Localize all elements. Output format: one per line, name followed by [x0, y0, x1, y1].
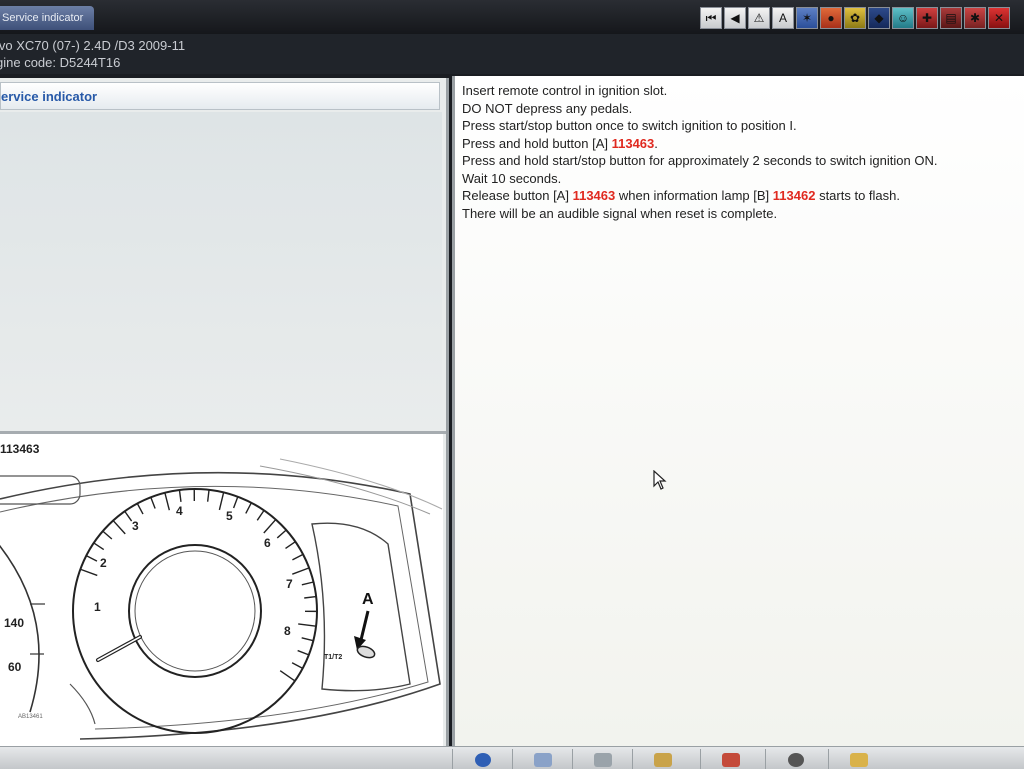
reference-link[interactable]: 113463	[573, 188, 616, 203]
instruction-step: Insert remote control in ignition slot.	[462, 82, 937, 100]
gauge-tick	[219, 492, 223, 509]
left-panel: ervice indicator 113463 140 60 AB13461	[0, 78, 449, 746]
first-page-icon[interactable]: ⏮	[700, 7, 722, 29]
image-button[interactable]	[632, 749, 692, 769]
gauge-tick	[264, 520, 276, 533]
car-parts-icon[interactable]: ✿	[844, 7, 866, 29]
button-t1t2-label: T1/T2	[324, 654, 342, 661]
gauge-tick	[234, 497, 238, 508]
diagnostics-icon[interactable]: ●	[820, 7, 842, 29]
gauge-tick	[94, 543, 104, 550]
crosshair-icon	[788, 753, 804, 767]
instruction-step: There will be an audible signal when res…	[462, 205, 937, 223]
gauge-tick	[285, 542, 295, 549]
instruction-list: Insert remote control in ignition slot. …	[462, 82, 937, 222]
help-button[interactable]	[452, 749, 512, 769]
tacho-7-label: 7	[286, 577, 293, 591]
pen-icon	[534, 753, 552, 767]
tacho-1-label: 1	[94, 600, 101, 614]
tacho-5-label: 5	[226, 509, 233, 523]
gauge-tick	[125, 511, 132, 521]
gauge-tick	[292, 663, 303, 669]
target-button[interactable]	[765, 749, 825, 769]
document-icon[interactable]: ▤	[940, 7, 962, 29]
gauge-tick	[113, 521, 125, 534]
gauge-tick	[292, 568, 309, 574]
exit-icon[interactable]: ✕	[988, 7, 1010, 29]
edit-button[interactable]	[512, 749, 572, 769]
instruction-step: Wait 10 seconds.	[462, 170, 937, 188]
previous-icon[interactable]: ◀	[724, 7, 746, 29]
person-icon[interactable]: ☺	[892, 7, 914, 29]
gauge-tick	[137, 503, 143, 514]
gauge-tick	[80, 569, 97, 575]
reference-link[interactable]: 113462	[773, 188, 816, 203]
engine-code: gine code: D5244T16	[0, 55, 120, 70]
tacho-4-label: 4	[176, 504, 183, 518]
tacho-6-label: 6	[264, 536, 271, 550]
diagram-icon	[722, 753, 740, 767]
title-bar: Service indicator ⏮ ◀ ⚠ A ✶ ● ✿ ◆ ☺ ✚ ▤ …	[0, 0, 1024, 34]
gauge-tick	[103, 531, 112, 539]
panel-header: ervice indicator	[0, 82, 440, 110]
tacho-3-label: 3	[132, 519, 139, 533]
instructions-panel: Insert remote control in ignition slot. …	[452, 76, 1024, 746]
gauge-tick	[179, 490, 181, 502]
abc-icon[interactable]: A	[772, 7, 794, 29]
gauge-tick	[165, 493, 169, 510]
instruction-step: Release button [A] 113463 when informati…	[462, 187, 937, 205]
speedo-60-label: 60	[8, 660, 22, 674]
notes-button[interactable]	[828, 749, 888, 769]
illustration-panel: 113463 140 60 AB13461 1 2 3 4	[0, 434, 443, 746]
instrument-cluster-illustration: 140 60 AB13461 1 2 3 4 5 6 7 8 A	[0, 454, 443, 744]
button-a-label: A	[362, 591, 374, 608]
gauge-tick	[208, 490, 209, 502]
gauge-tick	[302, 638, 314, 641]
picture-icon	[654, 753, 672, 767]
gauge-tick	[86, 556, 97, 561]
instruction-step: Press and hold button [A] 113463.	[462, 135, 937, 153]
window-title[interactable]: Service indicator	[0, 6, 94, 30]
instruction-step: DO NOT depress any pedals.	[462, 100, 937, 118]
print-button[interactable]	[572, 749, 632, 769]
speedo-140-label: 140	[4, 616, 24, 630]
gauge-tick	[304, 597, 316, 598]
gauge-tick	[277, 530, 286, 538]
notes-icon	[850, 753, 868, 767]
help-icon	[475, 753, 491, 767]
gauge-tick	[280, 671, 295, 681]
info-area	[0, 112, 442, 430]
tacho-8-label: 8	[284, 624, 291, 638]
gauge-tick	[302, 582, 314, 585]
instruction-step: Press and hold start/stop button for app…	[462, 152, 937, 170]
gauge-tick	[257, 510, 264, 520]
tacho-2-label: 2	[100, 556, 107, 570]
vehicle-info-bar: lvo XC70 (07-) 2.4D /D3 2009-11 gine cod…	[0, 34, 1024, 74]
shield-icon[interactable]: ◆	[868, 7, 890, 29]
reference-link[interactable]: 113463	[612, 136, 655, 151]
gauge-tick	[298, 651, 309, 655]
gauge-tick	[292, 554, 303, 560]
illustration-code: AB13461	[18, 714, 43, 720]
vehicle-model: lvo XC70 (07-) 2.4D /D3 2009-11	[0, 38, 185, 53]
settings-icon[interactable]: ✱	[964, 7, 986, 29]
gauge-tick	[298, 624, 316, 626]
gauge-tick	[246, 503, 252, 514]
printer-icon	[594, 753, 612, 767]
diagram-button[interactable]	[700, 749, 760, 769]
network-icon[interactable]: ✶	[796, 7, 818, 29]
instruction-step: Press start/stop button once to switch i…	[462, 117, 937, 135]
warning-icon[interactable]: ⚠	[748, 7, 770, 29]
toolbar: ⏮ ◀ ⚠ A ✶ ● ✿ ◆ ☺ ✚ ▤ ✱ ✕	[700, 7, 1010, 29]
gauge-tick	[151, 497, 155, 508]
mouse-cursor-icon	[653, 470, 667, 490]
bottom-toolbar	[0, 746, 1024, 769]
tools-icon[interactable]: ✚	[916, 7, 938, 29]
